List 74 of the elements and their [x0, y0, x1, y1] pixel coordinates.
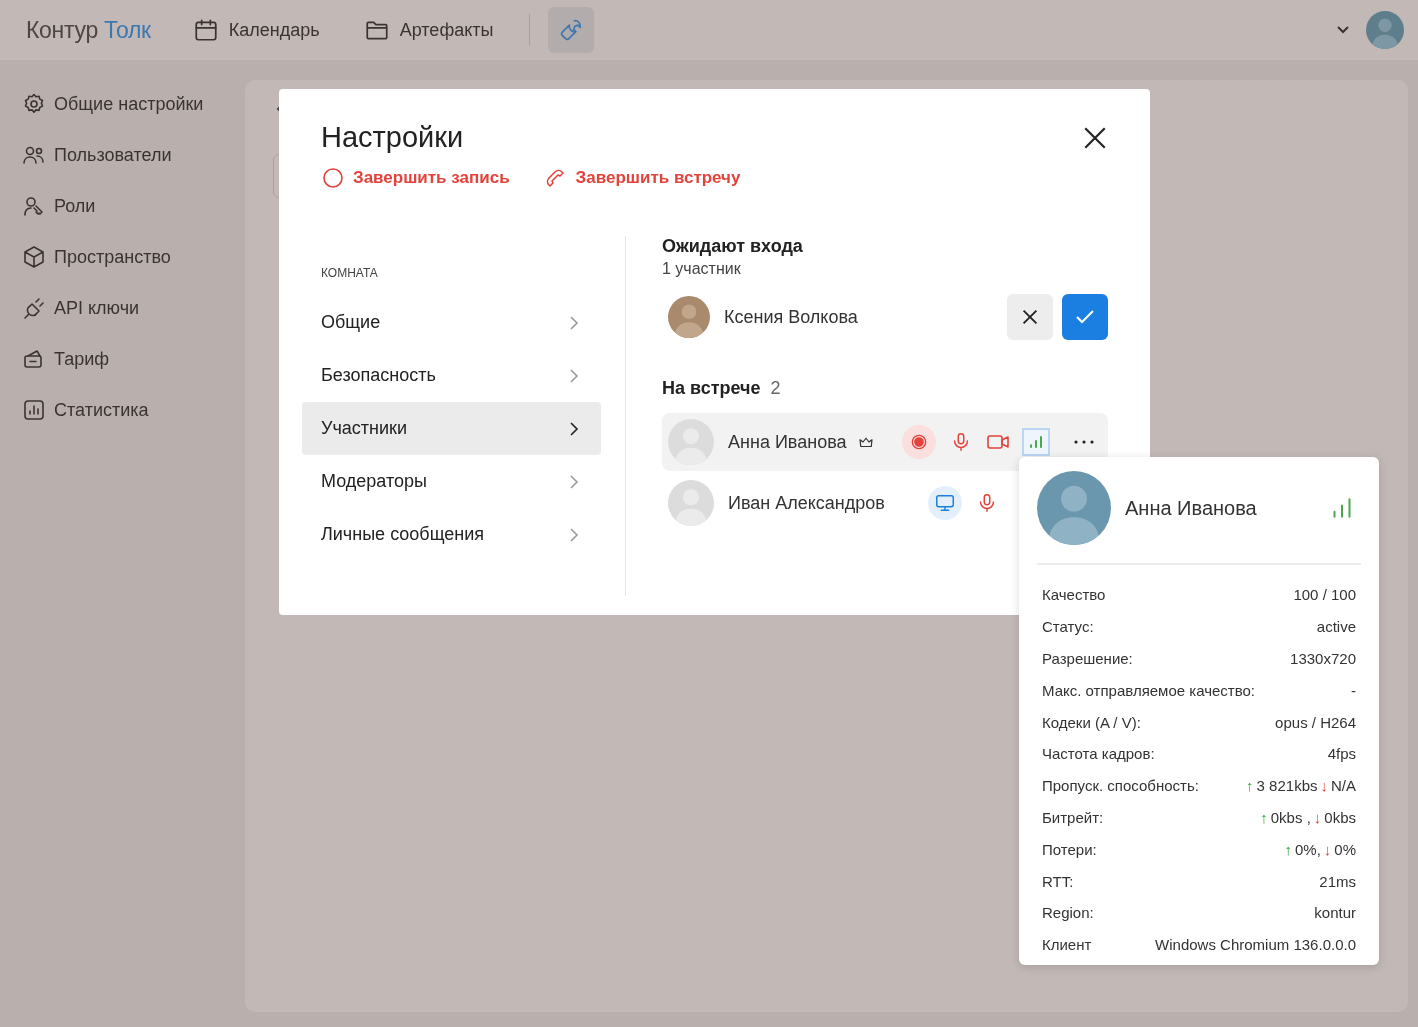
settings-icon	[22, 92, 46, 116]
bar-chart-icon	[22, 398, 46, 422]
record-icon	[909, 432, 929, 452]
menu-item[interactable]: Личные сообщения	[302, 508, 601, 561]
monitor-icon	[934, 492, 956, 514]
sidebar-item[interactable]: Пространство	[22, 243, 245, 271]
stat-value: 4fps	[1327, 745, 1356, 763]
stat-value: 21ms	[1319, 872, 1356, 890]
stat-value: 100 / 100	[1293, 586, 1356, 604]
section-title: На встрече	[662, 378, 761, 399]
circle-icon	[321, 166, 345, 190]
sidebar-item[interactable]: API ключи	[22, 294, 245, 322]
stat-label: Битрейт:	[1042, 808, 1104, 826]
chevron-down-icon[interactable]	[1336, 25, 1350, 35]
person-key-icon	[22, 194, 46, 218]
stat-label: Качество	[1042, 586, 1106, 604]
end-action-link[interactable]: Завершить запись	[321, 166, 510, 190]
cube-icon	[22, 245, 46, 269]
calendar-icon	[192, 17, 219, 43]
sidebar-item[interactable]: Пользователи	[22, 141, 245, 169]
admit-button[interactable]	[1062, 294, 1108, 340]
sidebar-item[interactable]: Роли	[22, 192, 245, 220]
participant-count: 2	[770, 378, 781, 399]
stat-value: ↑ 0kbs , ↓ 0kbs	[1260, 808, 1356, 826]
section-title: Ожидают входа	[662, 236, 804, 257]
sidebar-item[interactable]: Тариф	[22, 345, 245, 373]
stat-label: Кодеки (A / V):	[1042, 713, 1141, 731]
menu-item[interactable]: Участники	[302, 402, 601, 455]
waiting-count: 1 участник	[662, 260, 742, 278]
chevron-right-icon	[569, 420, 579, 437]
stat-value: opus / H264	[1275, 713, 1356, 731]
avatar	[668, 480, 714, 526]
section-label: КОМНАТА	[320, 266, 379, 280]
participant-name: Иван Александров	[728, 492, 885, 514]
menu-item[interactable]: Модераторы	[302, 455, 601, 508]
more-icon	[1074, 440, 1094, 444]
plug-icon	[22, 296, 46, 320]
connection-stats-button[interactable]	[1022, 428, 1050, 456]
stat-label: Статус:	[1042, 618, 1094, 636]
chevron-right-icon	[569, 314, 579, 331]
stat-label: Частота кадров:	[1042, 745, 1155, 763]
nav-link[interactable]: Календарь	[192, 17, 320, 43]
reject-button[interactable]	[1007, 294, 1053, 340]
participant-name: Анна Иванова	[1125, 496, 1258, 520]
participant-row[interactable]: Анна Иванова	[662, 413, 1108, 471]
sidebar-item[interactable]: Статистика	[22, 396, 245, 424]
avatar	[1366, 11, 1404, 49]
stat-value: Windows Chromium 136.0.0.0	[1155, 936, 1356, 954]
stat-label: Клиент	[1042, 936, 1092, 954]
stat-value: active	[1316, 618, 1356, 636]
stat-value: ↑ 0%, ↓ 0%	[1284, 840, 1356, 858]
chevron-right-icon	[569, 526, 579, 543]
stat-value: -	[1351, 681, 1356, 699]
stat-label: Region:	[1042, 904, 1094, 922]
stat-value: ↑ 3 821kbs ↓ N/A	[1246, 777, 1356, 795]
stat-label: Макс. отправляемое качество:	[1042, 681, 1255, 699]
chevron-right-icon	[569, 473, 579, 490]
stat-value: 1330x720	[1290, 650, 1356, 667]
nav-link[interactable]: Артефакты	[363, 17, 494, 43]
stat-label: RTT:	[1042, 872, 1074, 890]
menu-item[interactable]: Общие	[302, 296, 601, 349]
end-action-link[interactable]: Завершить встречу	[543, 166, 741, 190]
avatar	[668, 296, 710, 338]
participant-name: Ксения Волкова	[724, 306, 859, 328]
logo[interactable]: Контур Толк	[26, 16, 151, 44]
stat-label: Пропуск. способность:	[1042, 777, 1199, 795]
chevron-right-icon	[569, 367, 579, 384]
sidebar-item[interactable]: Общие настройки	[22, 90, 245, 118]
stat-label: Разрешение:	[1042, 650, 1133, 667]
menu-item[interactable]: Безопасность	[302, 349, 601, 402]
stat-value: kontur	[1314, 904, 1356, 922]
participant-name: Анна Иванова	[728, 431, 847, 453]
stat-label: Потери:	[1042, 840, 1097, 858]
dialog-title: Настройки	[321, 121, 464, 154]
